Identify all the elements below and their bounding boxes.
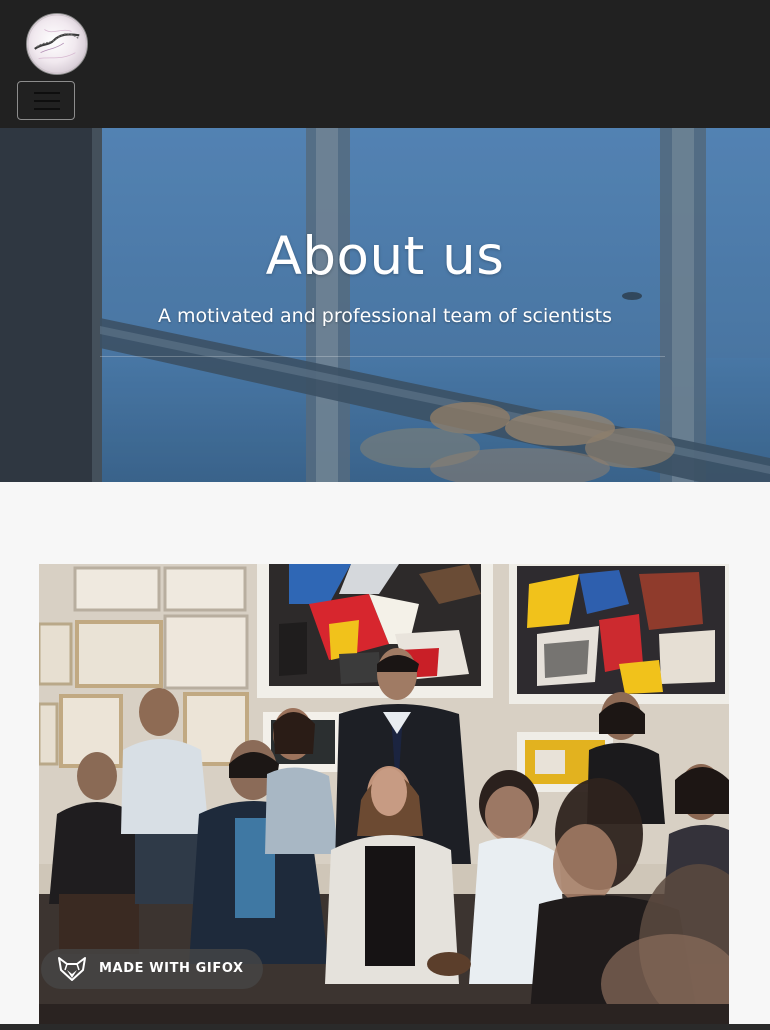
page-subtitle: A motivated and professional team of sci… [158, 305, 612, 327]
gifox-label: MADE WITH GIFOX [99, 961, 244, 976]
navbar [0, 0, 770, 128]
fox-logo-icon [57, 956, 87, 982]
navbar-toggler-button[interactable] [17, 81, 75, 120]
page-title: About us [265, 226, 505, 287]
team-photo: MADE WITH GIFOX [39, 564, 729, 1024]
divider [100, 356, 665, 357]
hamburger-menu-icon [34, 92, 60, 110]
hero-section: About us A motivated and professional te… [0, 128, 770, 482]
bottom-edge [0, 1024, 770, 1030]
site-logo-icon[interactable] [26, 13, 88, 75]
made-with-gifox-badge: MADE WITH GIFOX [41, 949, 263, 989]
